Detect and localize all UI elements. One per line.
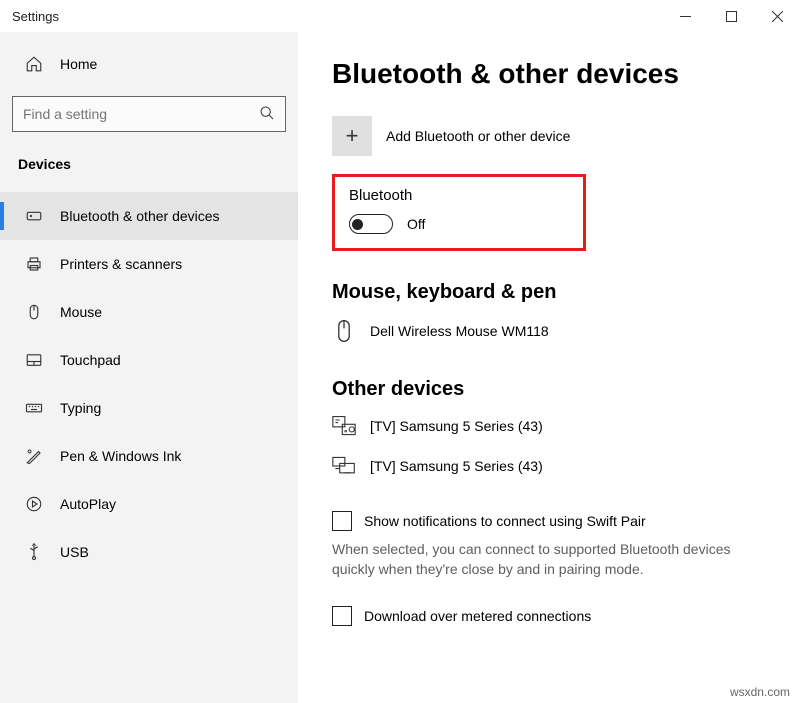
- bluetooth-label: Bluetooth: [349, 187, 565, 204]
- window-controls: [662, 0, 800, 32]
- nav-list: Bluetooth & other devices Printers & sca…: [0, 192, 298, 576]
- nav-item-touchpad[interactable]: Touchpad: [0, 336, 298, 384]
- add-device-button[interactable]: + Add Bluetooth or other device: [332, 116, 780, 156]
- nav-item-bluetooth[interactable]: Bluetooth & other devices: [0, 192, 298, 240]
- keyboard-icon: [24, 399, 44, 417]
- mouse-heading: Mouse, keyboard & pen: [332, 281, 780, 304]
- nav-item-label: Printers & scanners: [60, 256, 182, 272]
- search-input-box[interactable]: [12, 96, 286, 132]
- nav-item-label: Touchpad: [60, 352, 121, 368]
- nav-item-label: AutoPlay: [60, 496, 116, 512]
- nav-item-pen[interactable]: Pen & Windows Ink: [0, 432, 298, 480]
- category-heading: Devices: [0, 146, 298, 182]
- display-device-icon: [332, 455, 356, 477]
- swift-pair-section: Show notifications to connect using Swif…: [332, 511, 780, 580]
- home-label: Home: [60, 56, 97, 72]
- touchpad-icon: [24, 351, 44, 369]
- bluetooth-state: Off: [407, 216, 425, 232]
- content-area: Bluetooth & other devices + Add Bluetoot…: [298, 32, 800, 703]
- other-section: Other devices [TV] Samsung 5 Series (43)…: [332, 378, 780, 477]
- nav-item-label: USB: [60, 544, 89, 560]
- window-title: Settings: [12, 9, 662, 24]
- media-device-icon: [332, 415, 356, 437]
- checkbox-icon: [332, 511, 352, 531]
- nav-item-typing[interactable]: Typing: [0, 384, 298, 432]
- watermark: wsxdn.com: [730, 685, 790, 699]
- search-input[interactable]: [23, 106, 259, 122]
- nav-item-label: Pen & Windows Ink: [60, 448, 181, 464]
- nav-item-mouse[interactable]: Mouse: [0, 288, 298, 336]
- search-icon: [259, 105, 275, 124]
- titlebar: Settings: [0, 0, 800, 32]
- nav-item-label: Mouse: [60, 304, 102, 320]
- metered-checkbox-row[interactable]: Download over metered connections: [332, 606, 780, 626]
- mouse-icon: [24, 303, 44, 321]
- usb-icon: [24, 543, 44, 561]
- bluetooth-highlight: Bluetooth Off: [332, 174, 586, 251]
- autoplay-icon: [24, 495, 44, 513]
- nav-item-autoplay[interactable]: AutoPlay: [0, 480, 298, 528]
- home-icon: [24, 55, 44, 73]
- device-row[interactable]: [TV] Samsung 5 Series (43): [332, 455, 780, 477]
- nav-item-printers[interactable]: Printers & scanners: [0, 240, 298, 288]
- plus-icon: +: [332, 116, 372, 156]
- device-row[interactable]: [TV] Samsung 5 Series (43): [332, 415, 780, 437]
- device-row[interactable]: Dell Wireless Mouse WM118: [332, 318, 780, 344]
- maximize-button[interactable]: [708, 0, 754, 32]
- swift-pair-label: Show notifications to connect using Swif…: [364, 513, 646, 529]
- add-device-label: Add Bluetooth or other device: [386, 128, 570, 144]
- metered-label: Download over metered connections: [364, 608, 591, 624]
- bluetooth-toggle-row: Off: [349, 214, 565, 234]
- device-name: [TV] Samsung 5 Series (43): [370, 458, 543, 474]
- checkbox-icon: [332, 606, 352, 626]
- swift-pair-help: When selected, you can connect to suppor…: [332, 539, 772, 580]
- toggle-knob: [352, 219, 363, 230]
- mouse-section: Mouse, keyboard & pen Dell Wireless Mous…: [332, 281, 780, 344]
- mouse-device-icon: [332, 318, 356, 344]
- other-heading: Other devices: [332, 378, 780, 401]
- swift-pair-checkbox-row[interactable]: Show notifications to connect using Swif…: [332, 511, 780, 531]
- device-name: [TV] Samsung 5 Series (43): [370, 418, 543, 434]
- home-link[interactable]: Home: [0, 42, 298, 86]
- pen-icon: [24, 447, 44, 465]
- close-button[interactable]: [754, 0, 800, 32]
- search-container: [12, 96, 286, 132]
- nav-item-label: Typing: [60, 400, 101, 416]
- printer-icon: [24, 255, 44, 273]
- bluetooth-icon: [24, 207, 44, 225]
- page-title: Bluetooth & other devices: [332, 58, 780, 90]
- sidebar: Home Devices Bluetooth & other devices: [0, 32, 298, 703]
- device-name: Dell Wireless Mouse WM118: [370, 323, 549, 339]
- nav-item-label: Bluetooth & other devices: [60, 208, 220, 224]
- minimize-button[interactable]: [662, 0, 708, 32]
- bluetooth-toggle[interactable]: [349, 214, 393, 234]
- nav-item-usb[interactable]: USB: [0, 528, 298, 576]
